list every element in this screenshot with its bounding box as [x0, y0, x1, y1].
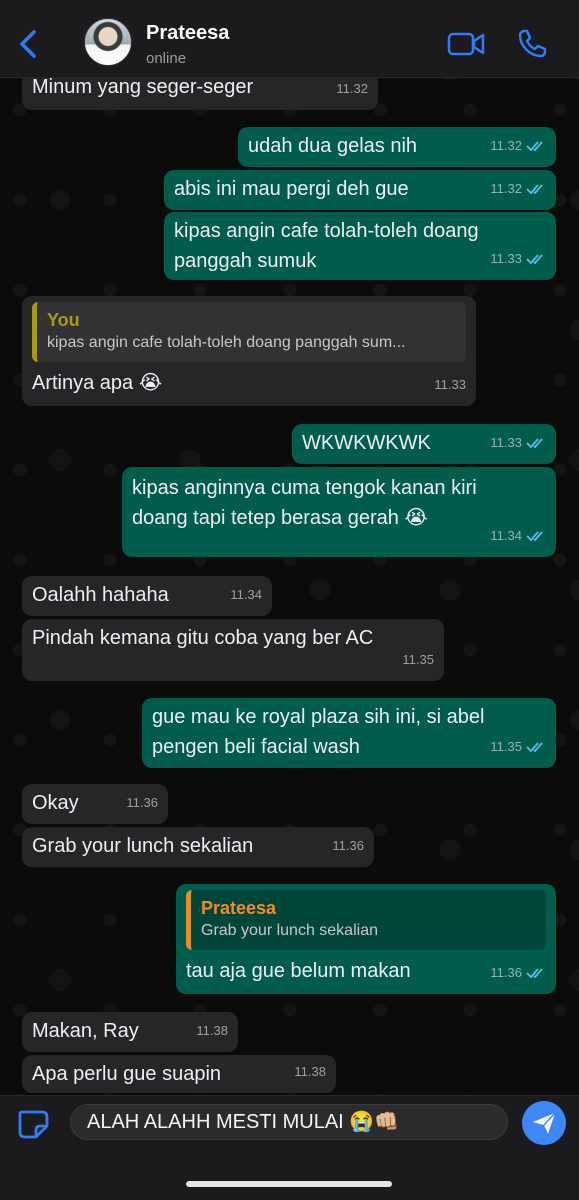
message-outgoing[interactable]: kipas angin cafe tolah-toleh doang pangg…: [164, 212, 556, 280]
message-text: gue mau ke royal plaza sih ini, si abel …: [152, 706, 485, 758]
message-time: 11.34: [490, 521, 546, 551]
message-outgoing[interactable]: kipas anginnya cuma tengok kanan kiri do…: [122, 467, 556, 557]
message-time: 11.32: [490, 131, 546, 161]
message-list[interactable]: Minum yang seger-seger 11.32 udah dua ge…: [0, 0, 579, 1095]
message-text: Oalahh hahaha: [32, 584, 169, 606]
read-ticks-icon: [526, 742, 543, 753]
message-input[interactable]: ALAH ALAHH MESTI MULAI 😭👊🏼: [70, 1104, 508, 1140]
message-incoming[interactable]: Apa perlu gue suapin 11.38: [22, 1055, 336, 1093]
message-incoming-reply[interactable]: You kipas angin cafe tolah-toleh doang p…: [22, 296, 476, 406]
read-ticks-icon: [526, 968, 543, 979]
quote-text: Grab your lunch sekalian: [201, 922, 378, 939]
quoted-message[interactable]: Prateesa Grab your lunch sekalian: [186, 890, 546, 950]
video-camera-icon[interactable]: [447, 30, 485, 58]
message-incoming[interactable]: Grab your lunch sekalian 11.36: [22, 827, 374, 867]
message-text: Grab your lunch sekalian: [32, 835, 254, 857]
chat-header: Prateesa online: [0, 0, 579, 78]
quote-text: kipas angin cafe tolah-toleh doang pangg…: [47, 334, 406, 351]
composer-bar: ALAH ALAHH MESTI MULAI 😭👊🏼: [0, 1095, 579, 1200]
message-time: 11.32: [490, 174, 546, 204]
home-indicator[interactable]: [186, 1181, 392, 1187]
contact-avatar[interactable]: [84, 18, 132, 66]
chevron-left-icon[interactable]: [14, 26, 44, 62]
message-incoming[interactable]: Oalahh hahaha 11.34: [22, 576, 272, 616]
message-time: 11.36: [126, 795, 158, 810]
message-outgoing[interactable]: gue mau ke royal plaza sih ini, si abel …: [142, 698, 556, 768]
read-ticks-icon: [526, 531, 543, 542]
message-incoming[interactable]: Okay 11.36: [22, 784, 168, 824]
message-text: Pindah kemana gitu coba yang ber AC: [32, 627, 374, 649]
read-ticks-icon: [526, 438, 543, 449]
message-incoming[interactable]: Pindah kemana gitu coba yang ber AC 11.3…: [22, 619, 444, 681]
message-text: Artinya apa 😭: [32, 372, 163, 394]
quote-author: Prateesa: [201, 898, 277, 918]
sticker-icon[interactable]: [16, 1108, 52, 1140]
message-time: 11.35: [490, 732, 546, 762]
message-time: 11.38: [196, 1023, 228, 1038]
send-button[interactable]: [522, 1101, 566, 1145]
message-text: Apa perlu gue suapin: [32, 1063, 222, 1085]
message-outgoing-reply[interactable]: Prateesa Grab your lunch sekalian tau aj…: [176, 884, 556, 994]
message-time: 11.38: [294, 1064, 326, 1079]
message-outgoing[interactable]: WKWKWKWK 11.33: [292, 424, 556, 464]
message-time: 11.36: [490, 958, 546, 988]
contact-status: online: [146, 50, 187, 67]
message-outgoing[interactable]: abis ini mau pergi deh gue 11.32: [164, 170, 556, 210]
quoted-message[interactable]: You kipas angin cafe tolah-toleh doang p…: [32, 302, 466, 362]
message-time: 11.33: [434, 377, 466, 392]
message-time: 11.36: [332, 838, 364, 853]
read-ticks-icon: [526, 184, 543, 195]
message-time: 11.34: [230, 587, 262, 602]
message-time: 11.35: [402, 652, 434, 667]
message-incoming[interactable]: Makan, Ray 11.38: [22, 1012, 238, 1052]
quote-author: You: [47, 310, 80, 330]
contact-name[interactable]: Prateesa: [146, 22, 229, 45]
message-time: 11.33: [490, 244, 546, 274]
send-arrow-icon: [533, 1112, 556, 1134]
message-time: 11.32: [336, 81, 368, 96]
message-time: 11.33: [490, 428, 546, 458]
read-ticks-icon: [526, 254, 543, 265]
message-outgoing[interactable]: udah dua gelas nih 11.32: [238, 127, 556, 167]
message-text: kipas anginnya cuma tengok kanan kiri do…: [132, 477, 477, 529]
phone-icon[interactable]: [516, 28, 548, 60]
read-ticks-icon: [526, 141, 543, 152]
